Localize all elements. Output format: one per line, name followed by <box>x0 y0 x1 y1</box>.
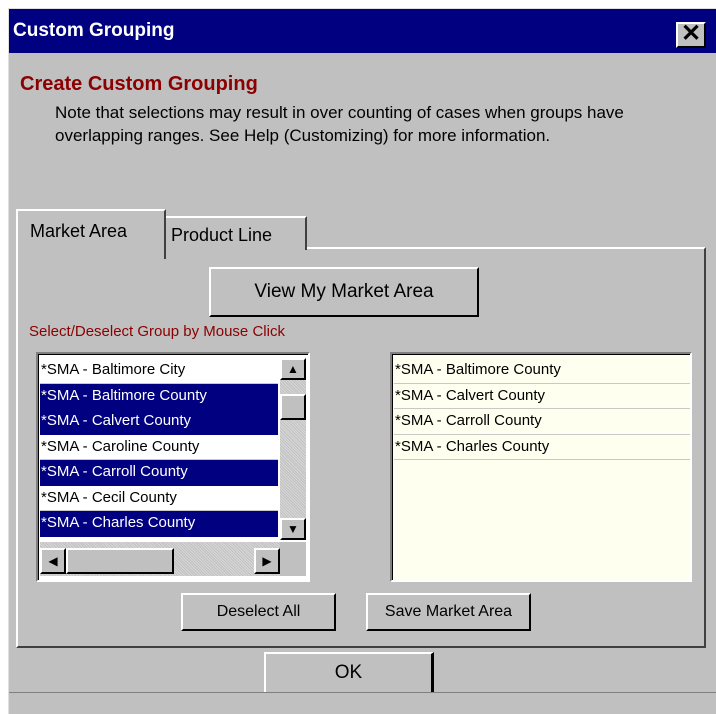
tab-market-area[interactable]: Market Area <box>16 209 166 259</box>
list-border: *SMA - Baltimore County *SMA - Calvert Co… <box>392 354 690 580</box>
title-bar: Custom Grouping ✕ <box>9 9 716 53</box>
tab-label: Product Line <box>171 225 273 245</box>
tab-product-line[interactable]: Product Line <box>161 216 307 250</box>
scroll-up-button[interactable]: ▲ <box>280 358 306 380</box>
available-groups-list[interactable]: *SMA - Baltimore City *SMA - Baltimore Co… <box>36 352 310 582</box>
arrow-up-icon: ▲ <box>287 362 299 376</box>
scrollbar-corner <box>280 542 306 576</box>
tab-label: Market Area <box>30 221 128 241</box>
list-item[interactable]: *SMA - Charles County <box>40 511 278 537</box>
close-icon: ✕ <box>680 20 702 47</box>
available-groups-rows: *SMA - Baltimore City *SMA - Baltimore Co… <box>40 358 278 537</box>
list-item[interactable]: *SMA - Caroline County <box>40 434 278 460</box>
scroll-left-button[interactable]: ◀ <box>40 548 66 574</box>
list-item[interactable]: *SMA - Carroll County <box>40 460 278 486</box>
custom-grouping-dialog: Custom Grouping ✕ Create Custom Grouping… <box>8 8 716 714</box>
selected-groups-rows: *SMA - Baltimore County *SMA - Calvert Co… <box>394 358 690 460</box>
list-border: *SMA - Baltimore City *SMA - Baltimore Co… <box>38 354 308 580</box>
divider <box>9 692 716 693</box>
arrow-left-icon: ◀ <box>48 554 58 568</box>
vertical-scrollbar[interactable]: ▲ ▼ <box>280 358 306 540</box>
list-item[interactable]: *SMA - Carroll County <box>394 409 690 435</box>
close-button[interactable]: ✕ <box>676 22 706 48</box>
list-item[interactable]: *SMA - Baltimore County <box>394 358 690 384</box>
horizontal-scrollbar[interactable]: ◀ ▶ <box>40 542 280 576</box>
deselect-all-button[interactable]: Deselect All <box>181 593 336 631</box>
vertical-scroll-thumb[interactable] <box>280 394 306 420</box>
arrow-right-icon: ▶ <box>262 554 272 568</box>
overlap-note: Note that selections may result in over … <box>55 103 624 145</box>
select-instruction-label: Select/Deselect Group by Mouse Click <box>29 323 285 340</box>
scroll-right-button[interactable]: ▶ <box>254 548 280 574</box>
view-my-market-area-button[interactable]: View My Market Area <box>209 267 479 317</box>
selected-groups-list[interactable]: *SMA - Baltimore County *SMA - Calvert Co… <box>390 352 692 582</box>
list-item[interactable]: *SMA - Cecil County <box>40 485 278 511</box>
arrow-down-icon: ▼ <box>287 522 299 536</box>
page-heading: Create Custom Grouping <box>20 73 258 95</box>
ok-button[interactable]: OK <box>264 652 434 692</box>
list-item[interactable]: *SMA - Baltimore City <box>40 358 278 384</box>
list-item[interactable]: *SMA - Charles County <box>394 434 690 460</box>
list-item[interactable]: *SMA - Baltimore County <box>40 383 278 409</box>
horizontal-scroll-thumb[interactable] <box>66 548 174 574</box>
window-title: Custom Grouping <box>13 20 175 41</box>
save-market-area-button[interactable]: Save Market Area <box>366 593 531 631</box>
scroll-down-button[interactable]: ▼ <box>280 518 306 540</box>
list-item[interactable]: *SMA - Calvert County <box>40 409 278 435</box>
list-item[interactable]: *SMA - Calvert County <box>394 383 690 409</box>
